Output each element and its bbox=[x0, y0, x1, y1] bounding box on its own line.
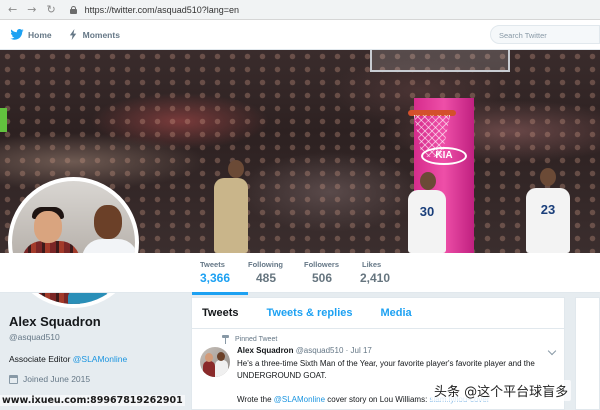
tweet-avatar-person bbox=[215, 360, 228, 377]
stat-label: Likes bbox=[362, 260, 382, 269]
calendar-icon bbox=[9, 374, 18, 384]
back-arrow-icon[interactable]: ← bbox=[8, 3, 17, 16]
profile-stats-bar: Tweets 3,366 Following 485 Followers 506… bbox=[0, 253, 600, 295]
stat-value: 506 bbox=[312, 271, 333, 285]
watermark-toutiao: 头条 @这个平台球盲多 bbox=[431, 380, 572, 401]
tweet-text: He's a three-time Sixth Man of the Year,… bbox=[237, 359, 535, 380]
stat-value: 2,410 bbox=[360, 271, 391, 285]
tweet-avatar-person bbox=[203, 361, 215, 377]
tweet-text-part: Wrote the bbox=[237, 395, 274, 404]
backboard bbox=[370, 50, 510, 72]
twitter-top-nav: Home Moments Search Twitter bbox=[0, 20, 600, 50]
forward-arrow-icon[interactable]: → bbox=[27, 3, 36, 16]
address-bar[interactable]: https://twitter.com/asquad510?lang=en bbox=[69, 3, 594, 17]
avatar-shorts bbox=[68, 291, 108, 304]
nav-moments-label: Moments bbox=[82, 29, 120, 40]
pin-icon bbox=[222, 335, 229, 344]
chevron-down-icon[interactable] bbox=[547, 346, 557, 356]
tweet-avatar-face bbox=[217, 352, 225, 361]
bio-text: Associate Editor bbox=[9, 354, 73, 364]
nav-home-label: Home bbox=[28, 29, 52, 40]
tweet-mention-link[interactable]: @SLAMonline bbox=[274, 395, 325, 404]
twitter-bird-icon bbox=[10, 29, 24, 40]
player-head bbox=[540, 168, 556, 186]
pinned-tweet-label: Pinned Tweet bbox=[222, 335, 277, 344]
tweet-avatar-face bbox=[205, 353, 213, 362]
stat-following[interactable]: Following 485 bbox=[248, 260, 283, 285]
stat-value: 3,366 bbox=[200, 271, 231, 285]
profile-joined: Joined June 2015 bbox=[9, 374, 90, 384]
tweet-avatar[interactable] bbox=[200, 347, 230, 377]
profile-handle[interactable]: @asquad510 bbox=[9, 332, 60, 342]
player-head bbox=[228, 160, 244, 178]
stat-value: 485 bbox=[256, 271, 277, 285]
watermark-url: www.ixueu.com:89967819262901 bbox=[0, 395, 185, 406]
profile-bio: Associate Editor @SLAMonline bbox=[9, 354, 127, 364]
player-figure: 30 bbox=[408, 190, 446, 253]
stat-likes[interactable]: Likes 2,410 bbox=[360, 260, 391, 285]
lightning-icon bbox=[69, 29, 76, 40]
stat-label: Followers bbox=[304, 260, 340, 269]
tab-tweets[interactable]: Tweets bbox=[202, 307, 238, 319]
profile-name[interactable]: Alex Squadron bbox=[9, 314, 101, 329]
pinned-text: Pinned Tweet bbox=[235, 336, 278, 343]
avatar-face-right bbox=[94, 205, 122, 239]
stat-label: Tweets bbox=[200, 260, 225, 269]
nav-home[interactable]: Home bbox=[10, 29, 52, 40]
player-figure: 23 bbox=[526, 188, 570, 253]
player-figure bbox=[214, 178, 248, 253]
tab-media[interactable]: Media bbox=[380, 307, 411, 319]
stat-followers[interactable]: Followers 506 bbox=[304, 260, 339, 285]
tweet-author-name[interactable]: Alex Squadron bbox=[237, 346, 293, 355]
browser-toolbar: ← → ↻ https://twitter.com/asquad510?lang… bbox=[0, 0, 600, 20]
avatar-face-left bbox=[34, 211, 62, 243]
tweet-date[interactable]: · Jul 17 bbox=[346, 346, 372, 355]
joined-date: Joined June 2015 bbox=[23, 374, 91, 384]
player-head bbox=[420, 172, 436, 190]
tweet-text-part: cover story on Lou Williams: bbox=[325, 395, 430, 404]
browser-nav: ← → ↻ bbox=[0, 3, 56, 16]
banner-green-sign bbox=[0, 108, 7, 132]
tweet-header: Alex Squadron @asquad510 · Jul 17 bbox=[237, 346, 372, 355]
jersey-number: 30 bbox=[419, 204, 435, 219]
jersey-number: 23 bbox=[540, 202, 556, 217]
tweet-author-handle[interactable]: @asquad510 bbox=[296, 346, 344, 355]
stat-label: Following bbox=[248, 260, 283, 269]
reload-icon[interactable]: ↻ bbox=[46, 3, 55, 16]
tab-tweets-replies[interactable]: Tweets & replies bbox=[266, 307, 352, 319]
stat-tweets[interactable]: Tweets 3,366 bbox=[191, 260, 249, 295]
lock-icon bbox=[69, 5, 77, 14]
right-sidebar-edge bbox=[575, 297, 600, 410]
bio-link[interactable]: @SLAMonline bbox=[73, 354, 127, 364]
search-input[interactable]: Search Twitter bbox=[490, 25, 600, 44]
timeline-tabs: Tweets Tweets & replies Media bbox=[192, 298, 564, 329]
nav-moments[interactable]: Moments bbox=[68, 29, 120, 40]
address-url: https://twitter.com/asquad510?lang=en bbox=[84, 4, 240, 15]
